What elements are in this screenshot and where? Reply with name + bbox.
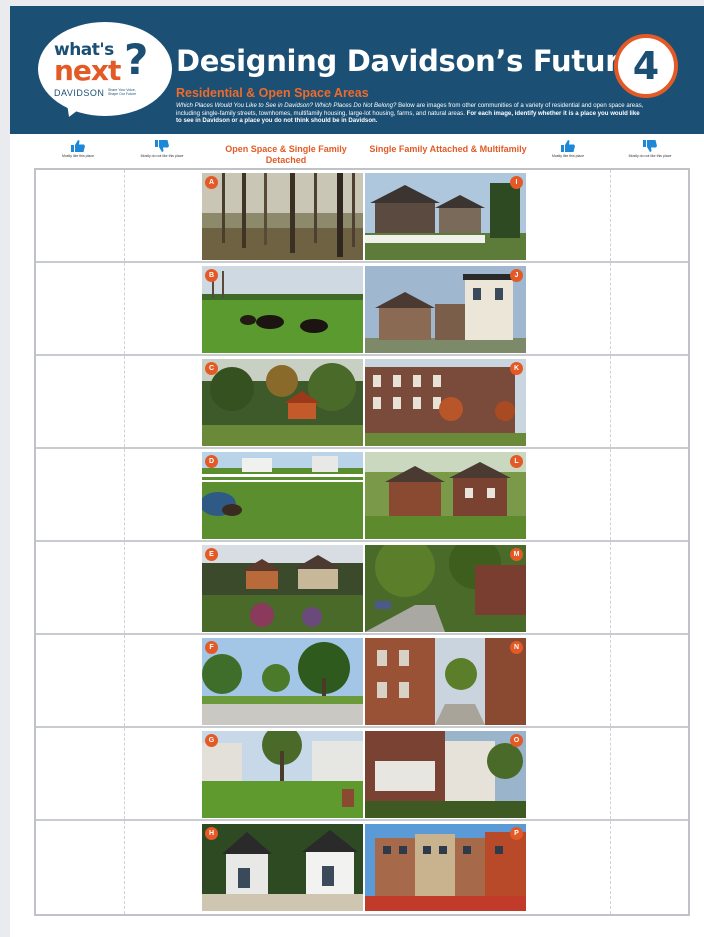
dislike-vote-cell[interactable]	[610, 449, 688, 540]
dislike-vote-cell[interactable]	[610, 635, 688, 726]
left-column-heading: Open Space & Single Family Detached	[225, 144, 347, 165]
photo-letter-badge: F	[205, 641, 218, 654]
photo-letter-badge: J	[510, 269, 523, 282]
page-title: Designing Davidson’s Future	[176, 44, 639, 78]
like-vote-cell[interactable]	[526, 635, 611, 726]
dislike-vote-cell[interactable]	[124, 728, 200, 819]
photo-horse-pasture: D	[202, 452, 363, 539]
thumbs-down-icon	[155, 140, 169, 152]
photo-suburban-street: F	[202, 638, 363, 725]
voting-grid: A I B J C K D L E M F N G O H P	[34, 168, 690, 916]
dislike-caption: Mostly do not like this place	[628, 154, 672, 158]
dislike-vote-cell[interactable]	[124, 263, 200, 354]
photo-cottage-court: E	[202, 545, 363, 632]
thumbs-up-icon	[561, 140, 575, 152]
like-vote-cell[interactable]	[36, 356, 125, 447]
photo-townhomes: J	[365, 266, 526, 353]
photo-tree-lined-street: M	[365, 545, 526, 632]
like-vote-cell[interactable]	[526, 263, 611, 354]
like-vote-cell[interactable]	[36, 170, 125, 261]
thumbs-down-icon	[643, 140, 657, 152]
photo-letter-badge: K	[510, 362, 523, 375]
col-like-left: Mostly like this place	[38, 140, 118, 158]
logo-next-text: next	[54, 54, 121, 87]
photo-mid-rise-apartments: P	[365, 824, 526, 911]
grid-row: B J	[36, 263, 688, 356]
like-vote-cell[interactable]	[36, 542, 125, 633]
dislike-vote-cell[interactable]	[610, 170, 688, 261]
photo-brick-house: L	[365, 452, 526, 539]
photo-brick-townhomes: K	[365, 359, 526, 446]
photo-letter-badge: B	[205, 269, 218, 282]
dislike-vote-cell[interactable]	[124, 821, 200, 914]
dislike-vote-cell[interactable]	[610, 821, 688, 914]
like-vote-cell[interactable]	[526, 170, 611, 261]
photo-modern-homes: H	[202, 824, 363, 911]
photo-letter-badge: I	[510, 176, 523, 189]
intro-text: Which Places Would You Like to See in Da…	[176, 102, 646, 125]
dislike-vote-cell[interactable]	[610, 542, 688, 633]
grid-row: A I	[36, 170, 688, 263]
thumbs-up-icon	[71, 140, 85, 152]
grid-row: C K	[36, 356, 688, 449]
like-vote-cell[interactable]	[36, 728, 125, 819]
photo-letter-badge: D	[205, 455, 218, 468]
grid-row: D L	[36, 449, 688, 542]
like-caption: Mostly like this place	[551, 154, 585, 158]
page-subtitle: Residential & Open Space Areas	[176, 86, 369, 100]
grid-row: H P	[36, 821, 688, 914]
photo-letter-badge: H	[205, 827, 218, 840]
dislike-vote-cell[interactable]	[124, 635, 200, 726]
like-vote-cell[interactable]	[36, 449, 125, 540]
photo-craftsman-homes: I	[365, 173, 526, 260]
dislike-vote-cell[interactable]	[610, 356, 688, 447]
photo-lawn-homes: G	[202, 731, 363, 818]
dislike-vote-cell[interactable]	[124, 170, 200, 261]
like-vote-cell[interactable]	[36, 635, 125, 726]
like-vote-cell[interactable]	[526, 728, 611, 819]
like-vote-cell[interactable]	[526, 821, 611, 914]
like-vote-cell[interactable]	[526, 542, 611, 633]
worksheet-page: what's next ? DAVIDSON Share Your Voice,…	[10, 6, 704, 937]
col-like-right: Mostly like this place	[528, 140, 608, 158]
photo-farm-barn: C	[202, 359, 363, 446]
logo-question-mark: ?	[124, 35, 149, 84]
board-number-badge: 4	[614, 34, 678, 98]
like-vote-cell[interactable]	[36, 263, 125, 354]
dislike-vote-cell[interactable]	[610, 728, 688, 819]
right-column-heading: Single Family Attached & Multifamily	[369, 144, 527, 154]
like-caption: Mostly like this place	[61, 154, 95, 158]
photo-letter-badge: P	[510, 827, 523, 840]
like-vote-cell[interactable]	[36, 821, 125, 914]
photo-porch-rowhouses: O	[365, 731, 526, 818]
photo-cattle-pasture: B	[202, 266, 363, 353]
logo-town-name: DAVIDSON	[54, 88, 105, 98]
dislike-vote-cell[interactable]	[124, 542, 200, 633]
like-vote-cell[interactable]	[526, 356, 611, 447]
photo-letter-badge: M	[510, 548, 523, 561]
header-banner: what's next ? DAVIDSON Share Your Voice,…	[10, 6, 704, 134]
photo-letter-badge: O	[510, 734, 523, 747]
grid-row: G O	[36, 728, 688, 821]
dislike-vote-cell[interactable]	[124, 356, 200, 447]
photo-letter-badge: N	[510, 641, 523, 654]
photo-letter-badge: A	[205, 176, 218, 189]
grid-row: F N	[36, 635, 688, 728]
like-vote-cell[interactable]	[526, 449, 611, 540]
col-dislike-right: Mostly do not like this place	[610, 140, 690, 158]
photo-letter-badge: G	[205, 734, 218, 747]
grid-row: E M	[36, 542, 688, 635]
photo-rowhouse-alley: N	[365, 638, 526, 725]
dislike-vote-cell[interactable]	[610, 263, 688, 354]
photo-letter-badge: C	[205, 362, 218, 375]
logo-tagline: Share Your Voice, Shape Our Future	[108, 88, 137, 96]
photo-forest: A	[202, 173, 363, 260]
photo-letter-badge: L	[510, 455, 523, 468]
photo-letter-badge: E	[205, 548, 218, 561]
dislike-caption: Mostly do not like this place	[140, 154, 184, 158]
intro-lead: Which Places Would You Like to See in Da…	[176, 102, 397, 109]
col-dislike-left: Mostly do not like this place	[122, 140, 202, 158]
dislike-vote-cell[interactable]	[124, 449, 200, 540]
